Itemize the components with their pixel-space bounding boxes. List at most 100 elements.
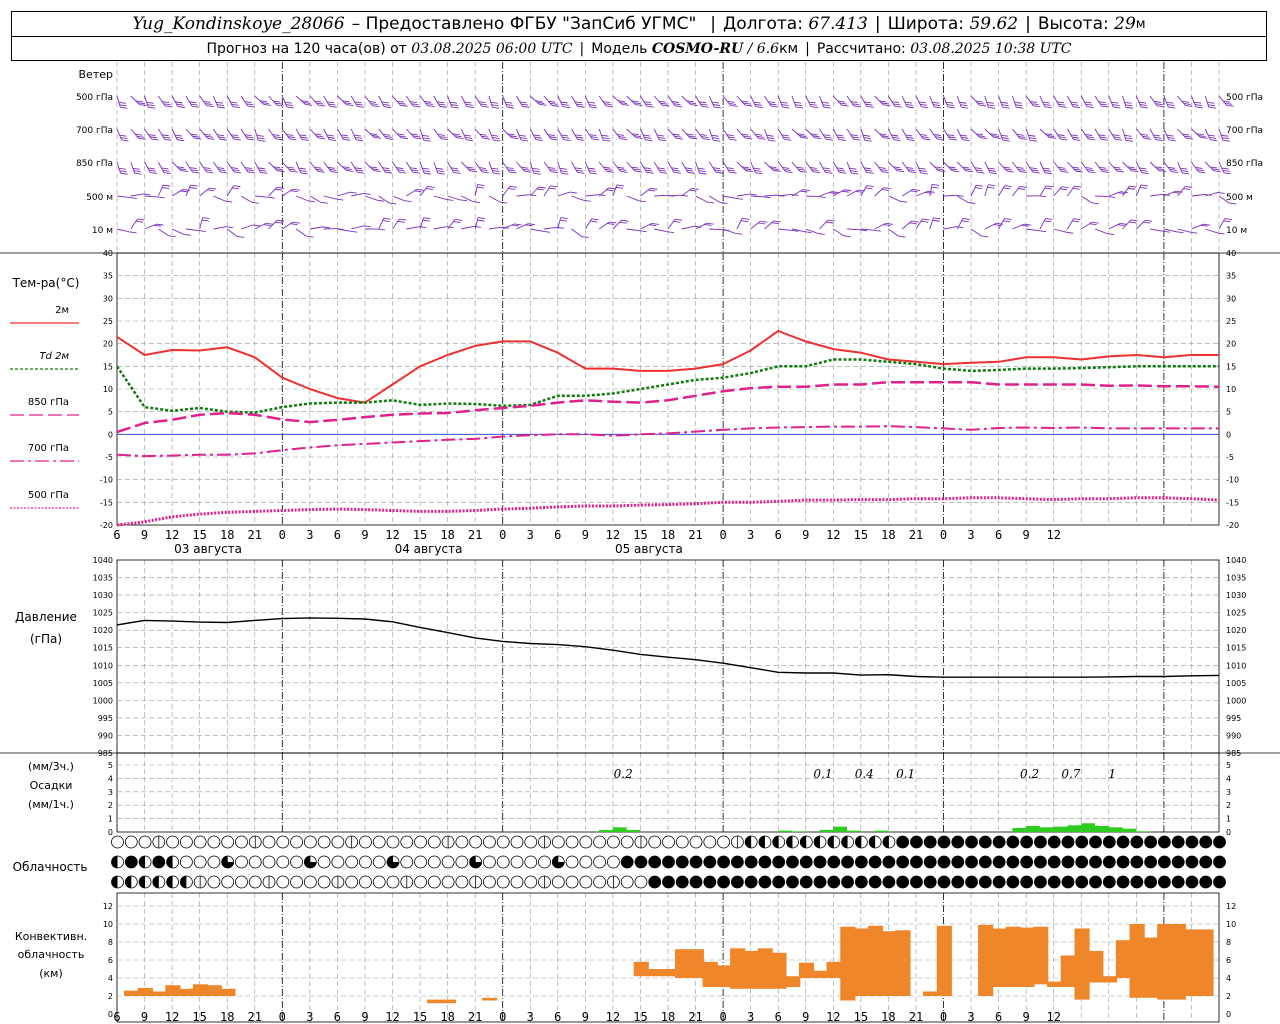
wind-barb <box>130 161 142 175</box>
cloud-symbol <box>469 855 483 869</box>
wind-barb <box>268 128 283 141</box>
wind-barb-feather <box>919 170 927 172</box>
wind-barb-feather <box>1070 101 1078 104</box>
wind-barb-feather <box>1158 170 1167 173</box>
cloud-symbol-circle <box>235 835 248 849</box>
wind-level-label: 500 м <box>86 193 113 203</box>
wind-barb-feather <box>519 137 528 140</box>
wind-barb-shaft <box>474 161 483 173</box>
wind-barb-feather <box>353 134 361 137</box>
precip-bar <box>599 829 613 832</box>
wind-barb-shaft <box>116 195 130 199</box>
precip-bar <box>1122 828 1137 832</box>
wind-barb-feather <box>189 187 197 189</box>
temp-tick-label: 30 <box>103 294 113 303</box>
wind-barb-shaft <box>1080 128 1089 140</box>
wind-barb <box>888 95 902 108</box>
wind-barb <box>1191 95 1204 109</box>
prec-tick-label: 4 <box>108 774 113 783</box>
wind-barb <box>116 161 128 175</box>
convective-bar <box>1170 924 1187 1000</box>
cloud-symbol <box>414 835 427 849</box>
wind-barb-feather <box>909 222 917 225</box>
cloud-symbol <box>992 855 1006 869</box>
cloud-symbol-circle <box>303 835 317 849</box>
wind-barb-feather <box>925 191 933 194</box>
temp-tick-label-right: 5 <box>1226 408 1231 417</box>
pres-tick-label-right: 1035 <box>1226 574 1246 583</box>
wind-barb-shaft <box>805 128 815 138</box>
wind-barb-feather <box>1168 106 1176 109</box>
wind-barb <box>874 222 894 230</box>
wind-barb-shaft <box>846 128 854 140</box>
cloud-symbol-circle <box>1144 875 1158 889</box>
cloud-symbol <box>813 855 827 869</box>
wind-barb-feather <box>263 224 271 226</box>
x-tick-label: 6 <box>334 528 341 542</box>
wind-barb-shaft <box>1067 218 1074 230</box>
cloud-symbol <box>111 855 124 869</box>
cloud-label: Облачность <box>13 860 88 874</box>
wind-barb <box>461 161 478 173</box>
wind-barb-feather <box>730 105 738 107</box>
wind-barb-shaft <box>874 222 887 230</box>
wind-barb-shaft <box>1218 128 1224 141</box>
temp-tick-label: 15 <box>103 362 113 371</box>
temp-legend-label: 850 гПа <box>28 397 69 408</box>
cloud-symbol <box>1144 875 1158 889</box>
cloud-symbol-circle <box>1213 875 1226 889</box>
cloud-symbol <box>372 855 386 869</box>
wind-barb <box>309 161 325 173</box>
wind-barb <box>1205 192 1225 197</box>
x-tick-label: 15 <box>413 528 427 542</box>
wind-barb <box>405 161 420 174</box>
wind-barb-shaft <box>199 161 207 173</box>
cloud-symbol-circle <box>524 835 538 849</box>
wind-barb <box>584 95 598 109</box>
wind-barb-feather <box>866 172 874 174</box>
wind-barb-shaft <box>667 218 676 230</box>
x-tick-label: 18 <box>661 528 675 542</box>
cloud-symbol <box>854 855 868 869</box>
temp-tick-label-right: -10 <box>1226 476 1239 485</box>
wind-barb-feather <box>960 134 968 137</box>
cloud-symbol-circle <box>786 875 799 889</box>
wind-barb-feather <box>422 134 430 137</box>
wind-barb-feather <box>1042 101 1050 104</box>
cloud-symbol <box>1144 855 1158 869</box>
wind-barb-shaft <box>943 194 957 197</box>
cloud-symbol <box>207 855 221 869</box>
wind-barb-feather <box>357 105 365 108</box>
wind-barb-feather <box>234 171 242 174</box>
wind-barb-shaft <box>846 189 859 197</box>
wind-barb-shaft <box>1053 228 1067 233</box>
wind-barb <box>874 95 891 107</box>
precip-bar <box>778 830 792 832</box>
convective-bar <box>151 991 167 996</box>
cloud-symbol-circle <box>496 855 510 869</box>
wind-barb <box>543 95 559 107</box>
wind-barb <box>226 161 242 174</box>
cloud-symbol-circle <box>1144 855 1158 869</box>
cloud-symbol-circle <box>496 875 510 889</box>
wind-barb <box>419 161 432 175</box>
wind-barb <box>240 224 261 230</box>
wind-barb-feather <box>1223 220 1231 223</box>
wind-barb <box>516 194 537 197</box>
wind-barb-feather <box>450 167 459 170</box>
wind-barb <box>681 128 698 140</box>
wind-barb-shaft <box>281 128 290 140</box>
wind-barb-shaft <box>254 128 259 141</box>
wind-barb-feather <box>588 104 597 106</box>
wind-barb-feather <box>1015 104 1023 107</box>
wind-barb-shaft <box>640 95 648 107</box>
cloud-symbol <box>455 855 469 869</box>
wind-barb-feather <box>118 167 127 170</box>
wind-barb <box>502 161 517 174</box>
cloud-symbol <box>138 835 152 849</box>
x-tick-label: 9 <box>582 528 589 542</box>
wind-barb-shaft <box>240 161 249 173</box>
wind-barb-feather <box>1143 221 1151 224</box>
wind-barb-feather <box>931 184 940 186</box>
cloud-symbol-circle <box>923 855 937 869</box>
